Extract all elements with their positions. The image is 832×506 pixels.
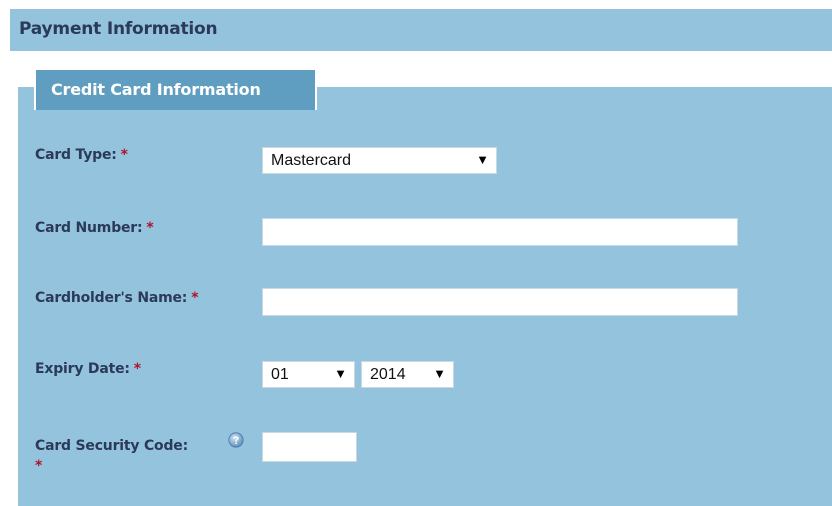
card-type-label: Card Type: *	[35, 147, 128, 163]
required-marker: *	[35, 458, 43, 474]
chevron-down-icon: ▼	[476, 152, 489, 167]
card-type-select[interactable]: Mastercard ▼	[262, 147, 497, 174]
page-title: Payment Information	[19, 19, 218, 39]
cardholder-name-input[interactable]	[262, 288, 738, 316]
card-number-label: Card Number: *	[35, 220, 154, 236]
cardholder-name-label-text: Cardholder's Name:	[35, 290, 188, 306]
expiry-year-value: 2014	[370, 366, 406, 383]
chevron-down-icon: ▼	[433, 366, 446, 381]
expiry-month-value: 01	[271, 366, 289, 383]
chevron-down-icon: ▼	[334, 366, 347, 381]
card-number-label-text: Card Number:	[35, 220, 143, 236]
card-type-label-text: Card Type:	[35, 147, 117, 163]
expiry-date-label-text: Expiry Date:	[35, 361, 130, 377]
question-circle-icon[interactable]	[228, 432, 244, 448]
credit-card-tab: Credit Card Information	[34, 68, 317, 110]
payment-page: Payment Information Credit Card Informat…	[0, 0, 832, 506]
expiry-month-select[interactable]: 01 ▼	[262, 361, 355, 388]
security-code-label-text: Card Security Code:	[35, 438, 188, 454]
security-code-input[interactable]	[262, 432, 357, 462]
cardholder-name-label: Cardholder's Name: *	[35, 290, 199, 306]
required-marker: *	[133, 361, 141, 377]
expiry-date-label: Expiry Date: *	[35, 361, 141, 377]
required-marker: *	[146, 220, 154, 236]
card-number-input[interactable]	[262, 218, 738, 246]
security-code-label: Card Security Code:	[35, 438, 188, 454]
required-marker: *	[120, 147, 128, 163]
card-type-value: Mastercard	[271, 152, 352, 169]
payment-header: Payment Information	[10, 9, 832, 51]
credit-card-tab-label: Credit Card Information	[51, 80, 261, 99]
required-marker: *	[191, 290, 199, 306]
expiry-year-select[interactable]: 2014 ▼	[361, 361, 454, 388]
